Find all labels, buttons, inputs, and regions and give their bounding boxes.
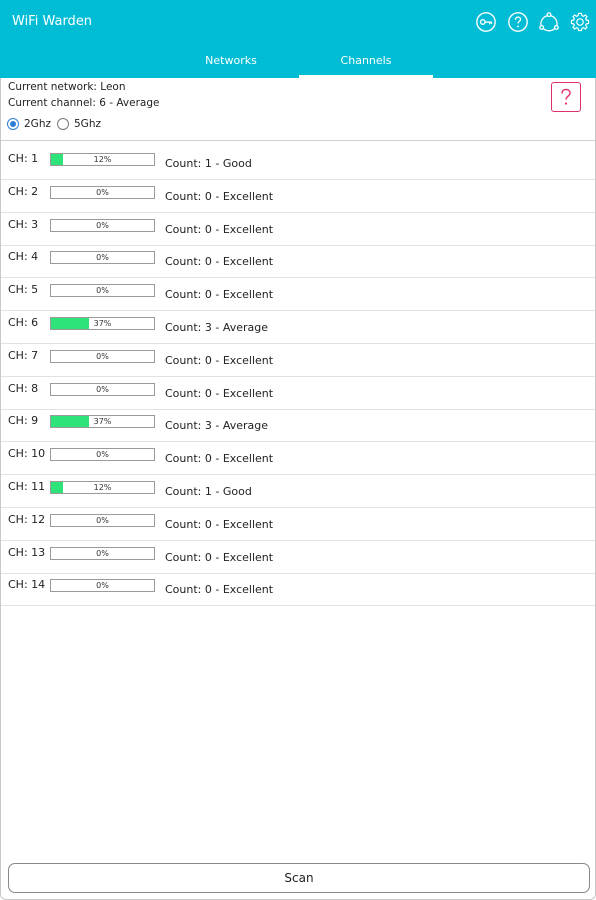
channel-usage-bar: 0%: [50, 513, 155, 527]
settings-gear-icon[interactable]: [569, 11, 591, 33]
channel-usage-bar: 0%: [50, 382, 155, 396]
channel-count-text: Count: 3 - Average: [165, 419, 269, 433]
channel-usage-bar: 0%: [50, 218, 155, 232]
channel-usage-percent: 37%: [93, 319, 112, 328]
channel-label: CH: 5: [8, 283, 39, 297]
channel-usage-percent: 12%: [93, 155, 112, 164]
band-5ghz-label: 5Ghz: [74, 118, 101, 130]
radio-unchecked-icon[interactable]: [57, 118, 69, 130]
channel-row: CH: 14 0% Count: 0 - Excellent: [1, 573, 595, 607]
channel-row: CH: 7 0% Count: 0 - Excellent: [1, 344, 595, 377]
band-2ghz-label: 2Ghz: [24, 118, 51, 130]
channel-count-text: Count: 0 - Excellent: [165, 353, 274, 367]
channel-count-text: Count: 0 - Excellent: [165, 550, 274, 564]
channel-usage-bar: 0%: [50, 251, 155, 265]
channel-row: CH: 2 0% Count: 0 - Excellent: [1, 180, 595, 213]
channel-usage-bar: 37%: [50, 317, 155, 330]
channel-label: CH: 12: [8, 512, 46, 526]
radio-checked-icon[interactable]: [7, 118, 19, 130]
app-title: WiFi Warden: [12, 14, 93, 29]
network-info: Current network: Leon Current channel: 6…: [1, 78, 595, 141]
channel-label: CH: 11: [8, 480, 46, 493]
channel-usage-percent: 0%: [96, 187, 109, 197]
channel-count-text: Count: 3 - Average: [165, 321, 269, 334]
channel-count-text: Count: 0 - Excellent: [165, 255, 274, 269]
channel-usage-percent: 0%: [96, 253, 109, 263]
channel-help-button[interactable]: [551, 82, 581, 112]
channel-usage-percent: 0%: [96, 450, 109, 460]
channel-label: CH: 4: [8, 250, 39, 264]
band-2ghz-radio[interactable]: 2Ghz: [7, 117, 51, 131]
channel-usage-percent: 12%: [93, 483, 112, 492]
channel-usage-bar: 0%: [50, 185, 155, 199]
channel-usage-bar: 0%: [50, 349, 155, 363]
tab-channels[interactable]: Channels: [299, 46, 433, 78]
channel-label: CH: 13: [8, 545, 46, 559]
channel-count-text: Count: 0 - Excellent: [165, 288, 274, 302]
channel-row: CH: 5 0% Count: 0 - Excellent: [1, 278, 595, 312]
channel-label: CH: 8: [8, 381, 39, 395]
channel-usage-percent: 0%: [96, 351, 109, 361]
channel-usage-percent: 37%: [93, 417, 112, 427]
channel-label: CH: 7: [8, 348, 39, 362]
channel-row: CH: 6 37% Count: 3 - Average: [1, 311, 595, 344]
channel-row: CH: 8 0% Count: 0 - Excellent: [1, 377, 595, 410]
channel-label: CH: 1: [8, 152, 39, 165]
channel-usage-bar: 0%: [50, 284, 155, 298]
channel-usage-bar: 12%: [50, 153, 155, 166]
tab-bar: Networks Channels: [0, 46, 596, 78]
channel-label: CH: 10: [8, 447, 46, 461]
channel-row: CH: 1 12% Count: 1 - Good: [1, 147, 595, 180]
channel-row: CH: 13 0% Count: 0 - Excellent: [1, 541, 595, 574]
channel-row: CH: 3 0% Count: 0 - Excellent: [1, 213, 595, 246]
channel-row: CH: 12 0% Count: 0 - Excellent: [1, 508, 595, 541]
channel-usage-bar: 0%: [50, 546, 155, 560]
channel-label: CH: 14: [8, 578, 46, 592]
channel-count-text: Count: 0 - Excellent: [165, 386, 274, 400]
question-icon: [561, 88, 571, 105]
band-5ghz-radio[interactable]: 5Ghz: [57, 117, 101, 131]
channel-label: CH: 6: [8, 316, 39, 329]
app-bar: WiFi Warden Networks Channels: [0, 0, 596, 78]
key-icon[interactable]: [475, 11, 497, 33]
channel-count-text: Count: 0 - Excellent: [165, 583, 274, 597]
current-channel-text: Current channel: 6 - Average: [8, 97, 160, 109]
channel-usage-percent: 0%: [96, 384, 109, 394]
tab-networks[interactable]: Networks: [164, 46, 298, 78]
scan-button[interactable]: Scan: [8, 863, 590, 893]
channel-count-text: Count: 0 - Excellent: [165, 189, 274, 203]
channel-usage-percent: 0%: [96, 548, 109, 558]
channels-panel: Current network: Leon Current channel: 6…: [0, 78, 596, 900]
channel-label: CH: 3: [8, 217, 39, 231]
channel-usage-percent: 0%: [96, 286, 109, 296]
channel-row: CH: 11 12% Count: 1 - Good: [1, 475, 595, 508]
channel-usage-percent: 0%: [96, 220, 109, 230]
channel-count-text: Count: 0 - Excellent: [165, 452, 274, 466]
channel-usage-bar: 0%: [50, 579, 155, 593]
channel-row: CH: 4 0% Count: 0 - Excellent: [1, 245, 595, 279]
channel-usage-percent: 0%: [96, 581, 109, 591]
share-icon[interactable]: [538, 11, 560, 33]
current-network-text: Current network: Leon: [8, 81, 126, 93]
channel-count-text: Count: 0 - Excellent: [165, 222, 274, 236]
channel-usage-percent: 0%: [96, 515, 109, 525]
channel-row: CH: 9 37% Count: 3 - Average: [1, 409, 595, 443]
channel-usage-bar: 37%: [50, 415, 155, 429]
channel-label: CH: 9: [8, 414, 39, 428]
channel-count-text: Count: 1 - Good: [165, 485, 252, 498]
channel-label: CH: 2: [8, 184, 39, 198]
channel-count-text: Count: 0 - Excellent: [165, 517, 274, 531]
help-circle-icon[interactable]: [507, 11, 529, 33]
channel-count-text: Count: 1 - Good: [165, 157, 252, 170]
channel-usage-bar: 0%: [50, 448, 155, 462]
channel-usage-bar: 12%: [50, 481, 155, 494]
channel-row: CH: 10 0% Count: 0 - Excellent: [1, 442, 595, 476]
